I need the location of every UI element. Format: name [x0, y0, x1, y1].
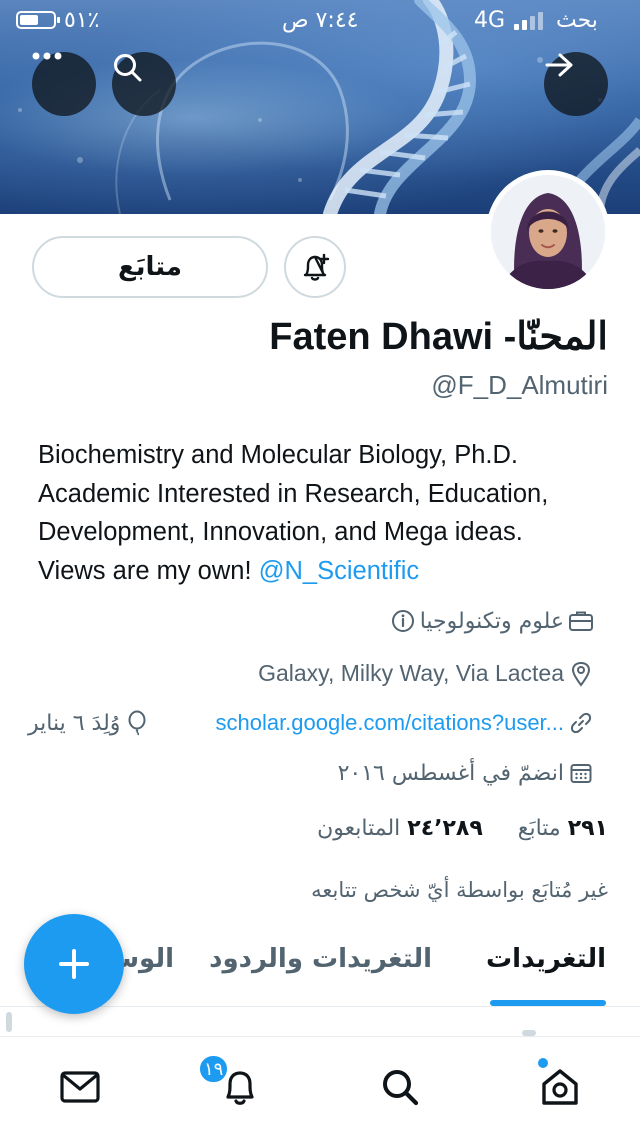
category-text: علوم وتكنولوجيا: [419, 608, 564, 634]
followers-count: ٢٤٬٢٨٩: [407, 816, 483, 841]
compose-tweet-button[interactable]: [24, 914, 124, 1014]
profile-avatar[interactable]: [486, 170, 610, 294]
signal-icon: [514, 12, 548, 30]
bio-line: Development, Innovation, and Mega ideas.: [38, 518, 523, 546]
following-button[interactable]: متابَع: [32, 236, 268, 298]
following-count-link[interactable]: ٢٩١ متابَع: [518, 816, 608, 841]
birthday-text: وُلِدَ ٦ يناير: [28, 710, 121, 736]
more-button[interactable]: [32, 52, 96, 116]
not-followed-notice: غير مُتابَع بواسطة أيّ شخص تتابعه: [311, 878, 608, 902]
location-text: Galaxy, Milky Way, Via Lactea: [258, 660, 564, 686]
avatar-portrait: [491, 175, 605, 289]
profile-bio: Biochemistry and Molecular Biology, Ph.D…: [38, 436, 618, 590]
network-type: 4G: [474, 8, 506, 33]
battery-percentage: ٥١٪: [64, 8, 100, 33]
profile-category: علوم وتكنولوجيا: [390, 608, 594, 634]
back-button[interactable]: [544, 52, 608, 116]
bell-plus-icon: [303, 253, 330, 281]
followers-count-link[interactable]: ٢٤٬٢٨٩ المتابعون: [317, 816, 483, 841]
clock: ٧:٤٤ ص: [282, 8, 359, 33]
profile-website[interactable]: scholar.google.com/citations?user...: [215, 710, 594, 736]
status-bar: ٥١٪ ٧:٤٤ ص 4G بحث: [0, 0, 640, 44]
bottom-navigation: [0, 1036, 640, 1137]
plus-icon: [59, 949, 89, 979]
profile-location: Galaxy, Milky Way, Via Lactea: [258, 660, 594, 687]
link-icon: [568, 710, 594, 736]
arrow-right-icon: [545, 53, 573, 77]
website-link[interactable]: scholar.google.com/citations?user...: [215, 710, 564, 736]
info-icon[interactable]: [390, 608, 416, 634]
mail-icon: [60, 1071, 100, 1103]
carrier-text: بحث: [556, 8, 598, 33]
avatar-photo: [491, 175, 605, 289]
new-content-dot: [538, 1058, 548, 1068]
bio-line: Academic Interested in Research, Educati…: [38, 479, 549, 508]
location-pin-icon: [568, 661, 594, 687]
tab-tweets[interactable]: التغريدات: [486, 944, 606, 974]
display-name: Faten Dhawi -المحنّا: [269, 316, 608, 358]
tab-tweets-and-replies[interactable]: التغريدات والردود: [209, 944, 432, 974]
briefcase-icon: [568, 608, 594, 634]
following-count: ٢٩١: [567, 816, 608, 841]
search-icon: [114, 54, 142, 82]
notifications-badge: ١٩: [198, 1054, 230, 1084]
user-handle: @F_D_Almutiri: [431, 370, 608, 400]
nav-messages[interactable]: [50, 1057, 110, 1117]
profile-birthday: وُلِدَ ٦ يناير: [28, 710, 150, 736]
search-button[interactable]: [112, 52, 176, 116]
bio-line: Biochemistry and Molecular Biology, Ph.D…: [38, 441, 518, 469]
bio-line: Views are my own! @N_Scientific: [38, 552, 618, 591]
joined-text: انضمّ في أغسطس ٢٠١٦: [337, 760, 564, 786]
scroll-indicator: [6, 1012, 12, 1032]
bio-text: Views are my own!: [38, 556, 259, 585]
search-icon: [383, 1070, 419, 1106]
bio-mention-link[interactable]: @N_Scientific: [259, 557, 420, 585]
followers-label: المتابعون: [317, 816, 401, 841]
follow-counts: ٢٩١ متابَع ٢٤٬٢٨٩ المتابعون: [317, 816, 608, 841]
balloon-icon: [124, 710, 150, 736]
notifications-toggle-button[interactable]: [284, 236, 346, 298]
calendar-icon: [568, 760, 594, 786]
more-dots-icon: [32, 52, 62, 60]
home-icon: [542, 1069, 578, 1105]
timeline-peek: [0, 1007, 640, 1037]
battery-icon: [16, 11, 60, 29]
profile-joined: انضمّ في أغسطس ٢٠١٦: [338, 760, 594, 786]
nav-search[interactable]: [370, 1057, 430, 1117]
following-label: متابَع: [517, 816, 561, 841]
